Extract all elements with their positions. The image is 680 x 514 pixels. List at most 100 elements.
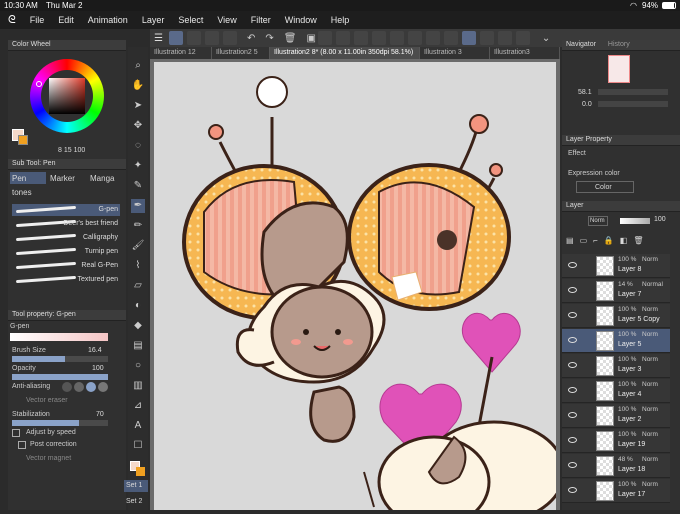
pen-tool-icon[interactable]: ✒ [131, 199, 145, 213]
select-all-button[interactable] [317, 31, 332, 45]
saturation-value-square[interactable] [49, 78, 85, 114]
post-correction-checkbox[interactable] [18, 441, 26, 449]
gradient-icon[interactable]: ▤ [131, 339, 145, 353]
aa-strong-option[interactable] [98, 382, 108, 392]
snap-button[interactable] [425, 31, 440, 45]
tab-tones[interactable]: tones [10, 186, 50, 198]
menu-view[interactable]: View [217, 15, 236, 25]
tab-manga[interactable]: Manga [88, 172, 124, 184]
expression-color-select[interactable]: Color [576, 181, 634, 193]
layer-row[interactable]: 14 % Normal Layer 7 [562, 279, 670, 303]
layer-row[interactable]: 100 % Norm Layer 2 [562, 404, 670, 428]
visibility-eye-icon[interactable] [568, 287, 577, 293]
fill-icon[interactable]: ▣ [306, 33, 315, 44]
lock-icon[interactable]: 🔒 [604, 236, 614, 248]
menu-animation[interactable]: Animation [88, 15, 128, 25]
tab-marker[interactable]: Marker [48, 172, 86, 184]
brush-tool-icon[interactable]: 🖌 [131, 239, 145, 253]
layer-row[interactable]: 100 % Norm Layer 5 Copy [562, 304, 670, 328]
tab-illustration2-8[interactable]: Illustration2 8* (8.00 x 11.00in 350dpi … [270, 47, 420, 59]
menu-edit[interactable]: Edit [58, 15, 74, 25]
mask-icon[interactable]: ◧ [620, 236, 628, 248]
brush-item[interactable]: G-pen [12, 204, 120, 216]
undo-icon[interactable]: ↶ [247, 33, 255, 44]
sub-color-swatch[interactable] [18, 135, 28, 145]
brush-item[interactable]: Real G-Pen [12, 260, 120, 272]
aa-weak-option[interactable] [74, 382, 84, 392]
menu-file[interactable]: File [30, 15, 45, 25]
hand-tool-icon[interactable]: ✋ [131, 79, 145, 93]
navigator-title[interactable]: Navigator [566, 41, 596, 48]
zoom-button[interactable] [186, 31, 201, 45]
figure-tool-icon[interactable]: ○ [131, 359, 145, 373]
menu-select[interactable]: Select [178, 15, 203, 25]
fill-tool-icon[interactable]: ◆ [131, 319, 145, 333]
layer-opacity-slider[interactable] [620, 218, 650, 224]
airbrush-icon[interactable]: ⌇ [131, 259, 145, 273]
lasso-tool-icon[interactable]: ◌ [131, 139, 145, 153]
menu-help[interactable]: Help [331, 15, 350, 25]
move-tool-icon[interactable]: ✥ [131, 119, 145, 133]
tab-illustration-12[interactable]: Illustration 12 [150, 47, 212, 59]
stabilization-slider[interactable] [12, 420, 108, 426]
fit-canvas-button[interactable] [168, 31, 183, 45]
hue-marker[interactable] [36, 81, 42, 87]
tab-illustration2-5[interactable]: Illustration2 5 [212, 47, 270, 59]
aa-none-option[interactable] [62, 382, 72, 392]
redo-icon[interactable]: ↷ [265, 33, 273, 44]
zoom-tool-icon[interactable]: ⌕ [131, 59, 145, 73]
operation-tool-icon[interactable]: ➤ [131, 99, 145, 113]
ruler-tool-icon[interactable]: ⊿ [131, 399, 145, 413]
layer-button[interactable] [222, 31, 237, 45]
brush-item[interactable]: Deer's best friend [12, 218, 120, 230]
brush-item[interactable]: Turnip pen [12, 246, 120, 258]
smooth-button[interactable] [497, 31, 512, 45]
pencil-tool-icon[interactable]: ✏ [131, 219, 145, 233]
rotation-slider[interactable] [598, 101, 668, 107]
aa-medium-option[interactable] [86, 382, 96, 392]
eraser-snap-button[interactable] [515, 31, 530, 45]
check-button[interactable] [461, 31, 476, 45]
navigator-thumbnail[interactable] [608, 55, 630, 83]
visibility-eye-icon[interactable] [568, 437, 577, 443]
menu-filter[interactable]: Filter [251, 15, 271, 25]
chevron-down-icon[interactable]: ⌄ [542, 33, 550, 44]
clip-icon[interactable]: ⌐ [593, 236, 598, 248]
app-logo-icon[interactable]: ᘓ [8, 14, 16, 27]
layer-row[interactable]: 100 % Norm Layer 5 [562, 329, 670, 353]
transform-button[interactable] [389, 31, 404, 45]
sub-color-chip[interactable] [136, 467, 145, 476]
blend-tool-icon[interactable]: ◐ [131, 299, 145, 313]
text-tool-icon[interactable]: A [131, 419, 145, 433]
menu-window[interactable]: Window [285, 15, 317, 25]
visibility-eye-icon[interactable] [568, 337, 577, 343]
new-layer-icon[interactable]: ▤ [566, 236, 574, 248]
tab-illustration3[interactable]: Illustration3 [490, 47, 560, 59]
crop-button[interactable] [371, 31, 386, 45]
grid-button[interactable] [443, 31, 458, 45]
folder-icon[interactable]: ▭ [580, 236, 588, 248]
pen-pressure-button[interactable] [479, 31, 494, 45]
layer-row[interactable]: 100 % Norm Layer 17 [562, 479, 670, 503]
set-1-tab[interactable]: Set 1 [124, 480, 148, 492]
deselect-button[interactable] [335, 31, 350, 45]
visibility-eye-icon[interactable] [568, 487, 577, 493]
visibility-eye-icon[interactable] [568, 312, 577, 318]
layer-row[interactable]: 100 % Norm Layer 8 [562, 254, 670, 278]
opacity-slider[interactable] [12, 374, 108, 380]
set-2-tab[interactable]: Set 2 [124, 496, 148, 508]
rotate-button[interactable] [204, 31, 219, 45]
blend-mode-select[interactable]: Norm [588, 216, 608, 226]
layer-row[interactable]: 100 % Norm Layer 19 [562, 429, 670, 453]
frame-tool-icon[interactable]: ▥ [131, 379, 145, 393]
invert-selection-button[interactable] [353, 31, 368, 45]
eraser-icon[interactable]: ▱ [131, 279, 145, 293]
layer-row[interactable]: 48 % Norm Layer 18 [562, 454, 670, 478]
adjust-speed-checkbox[interactable] [12, 429, 20, 437]
visibility-eye-icon[interactable] [568, 412, 577, 418]
magic-wand-icon[interactable]: ✦ [131, 159, 145, 173]
visibility-eye-icon[interactable] [568, 262, 577, 268]
visibility-eye-icon[interactable] [568, 462, 577, 468]
brush-item[interactable]: Calligraphy [12, 232, 120, 244]
eyedropper-icon[interactable]: ✎ [131, 179, 145, 193]
